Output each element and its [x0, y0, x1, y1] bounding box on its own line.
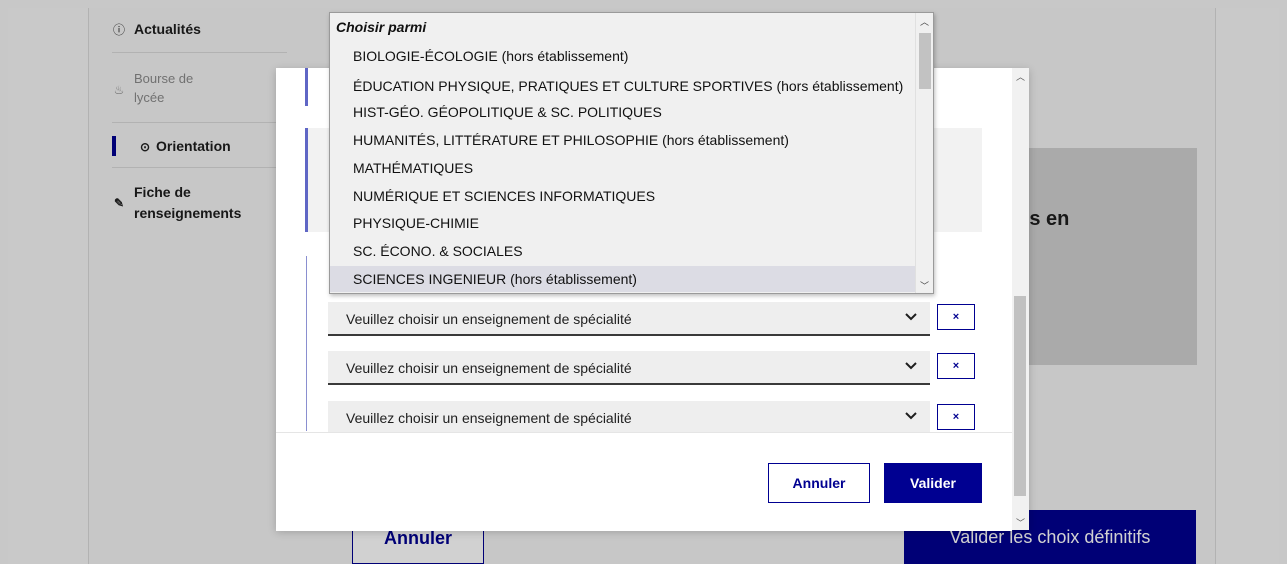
scroll-up-icon[interactable]: ︿ — [916, 15, 933, 28]
dropdown-group-header: Choisir parmi — [336, 19, 427, 35]
dropdown-option[interactable]: BIOLOGIE-ÉCOLOGIE (hors établissement) — [330, 43, 916, 69]
modal-accent-bar — [305, 128, 308, 232]
chevron-down-icon — [905, 313, 917, 321]
modal-content-border — [306, 256, 307, 431]
dropdown-option[interactable]: PHYSIQUE-CHIMIE — [330, 210, 916, 236]
select-value: Veuillez choisir un enseignement de spéc… — [346, 311, 632, 327]
scroll-up-icon[interactable]: ︿ — [1012, 70, 1029, 83]
chevron-down-icon — [905, 362, 917, 370]
scroll-down-icon[interactable]: ﹀ — [1012, 516, 1029, 529]
remove-speciality-button[interactable]: × — [937, 304, 975, 330]
scroll-down-icon[interactable]: ﹀ — [916, 279, 933, 292]
speciality-select-1[interactable]: Veuillez choisir un enseignement de spéc… — [328, 302, 930, 336]
remove-speciality-button[interactable]: × — [937, 404, 975, 430]
dropdown-option[interactable]: NUMÉRIQUE ET SCIENCES INFORMATIQUES — [330, 183, 916, 209]
remove-speciality-button[interactable]: × — [937, 353, 975, 379]
dropdown-option[interactable]: HUMANITÉS, LITTÉRATURE ET PHILOSOPHIE (h… — [330, 127, 916, 153]
select-value: Veuillez choisir un enseignement de spéc… — [346, 410, 632, 426]
chevron-down-icon — [905, 412, 917, 420]
modal-accent-bar — [305, 68, 308, 106]
dropdown-option[interactable]: ÉDUCATION PHYSIQUE, PRATIQUES ET CULTURE… — [330, 73, 916, 99]
speciality-select-3[interactable]: Veuillez choisir un enseignement de spéc… — [328, 401, 930, 432]
dropdown-option[interactable]: MATHÉMATIQUES — [330, 155, 916, 181]
valider-button[interactable]: Valider — [884, 463, 982, 503]
speciality-dropdown-list[interactable]: Choisir parmi BIOLOGIE-ÉCOLOGIE (hors ét… — [329, 12, 934, 294]
dropdown-scrollbar-thumb[interactable] — [919, 33, 931, 89]
dropdown-option[interactable]: SC. ÉCONO. & SOCIALES — [330, 238, 916, 264]
dropdown-option[interactable]: HIST-GÉO. GÉOPOLITIQUE & SC. POLITIQUES — [330, 99, 916, 125]
modal-scrollbar-thumb[interactable] — [1014, 296, 1026, 496]
dropdown-option-highlighted[interactable]: SCIENCES INGENIEUR (hors établissement) — [330, 266, 916, 292]
speciality-select-2[interactable]: Veuillez choisir un enseignement de spéc… — [328, 351, 930, 385]
select-value: Veuillez choisir un enseignement de spéc… — [346, 360, 632, 376]
annuler-button[interactable]: Annuler — [768, 463, 870, 503]
